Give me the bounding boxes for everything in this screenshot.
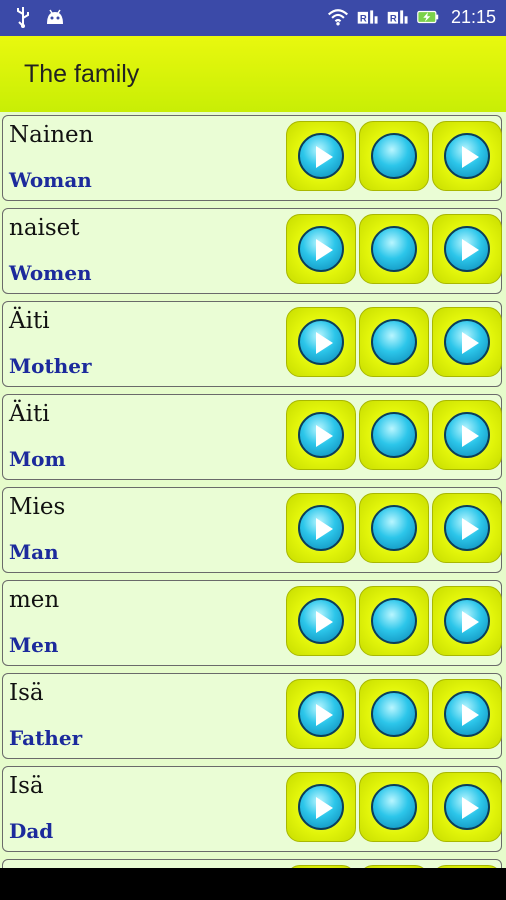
- play-word-button[interactable]: [286, 679, 356, 749]
- record-icon: [371, 784, 417, 830]
- play-recording-button[interactable]: [432, 586, 502, 656]
- english-translation: Men: [9, 633, 59, 657]
- roaming-signal-2-icon: R: [387, 6, 409, 28]
- play-icon: [444, 226, 490, 272]
- play-word-button[interactable]: [286, 121, 356, 191]
- play-word-button[interactable]: [286, 772, 356, 842]
- battery-charging-icon: [417, 6, 439, 28]
- play-recording-button[interactable]: [432, 121, 502, 191]
- play-icon: [298, 691, 344, 737]
- vocabulary-list[interactable]: Nainen Woman naiset Women Äiti Mother Äi…: [0, 112, 506, 868]
- play-icon: [298, 319, 344, 365]
- record-icon: [371, 319, 417, 365]
- record-button[interactable]: [359, 772, 429, 842]
- roaming-signal-icon: R: [357, 6, 379, 28]
- play-icon: [298, 133, 344, 179]
- record-icon: [371, 598, 417, 644]
- play-recording-button[interactable]: [432, 400, 502, 470]
- play-recording-button[interactable]: [432, 772, 502, 842]
- finnish-word: men: [9, 587, 60, 613]
- list-item: Äiti Mother: [2, 301, 502, 387]
- status-time: 21:15: [450, 6, 496, 27]
- record-button[interactable]: [359, 307, 429, 377]
- play-icon: [298, 784, 344, 830]
- record-icon: [371, 226, 417, 272]
- record-icon: [371, 505, 417, 551]
- usb-icon: [12, 6, 34, 28]
- status-bar: R R 21:15: [0, 0, 506, 36]
- record-button[interactable]: [359, 679, 429, 749]
- english-translation: Dad: [9, 819, 54, 843]
- play-icon: [298, 598, 344, 644]
- finnish-word: Äiti: [9, 308, 50, 334]
- play-icon: [444, 505, 490, 551]
- play-icon: [298, 226, 344, 272]
- play-icon: [444, 598, 490, 644]
- english-translation: Mother: [9, 354, 92, 378]
- play-icon: [298, 505, 344, 551]
- svg-text:R: R: [390, 13, 397, 24]
- play-icon: [444, 133, 490, 179]
- record-button[interactable]: [359, 586, 429, 656]
- finnish-word: Isä: [9, 680, 44, 706]
- record-icon: [371, 133, 417, 179]
- play-icon: [298, 412, 344, 458]
- android-icon: [44, 6, 66, 28]
- play-word-button[interactable]: [286, 586, 356, 656]
- list-item: men Men: [2, 580, 502, 666]
- list-item: Isä Father: [2, 673, 502, 759]
- finnish-word: naiset: [9, 215, 80, 241]
- play-word-button[interactable]: [286, 214, 356, 284]
- svg-text:R: R: [360, 13, 367, 24]
- list-item: Isä Dad: [2, 766, 502, 852]
- english-translation: Woman: [9, 168, 92, 192]
- play-word-button[interactable]: [286, 400, 356, 470]
- play-word-button[interactable]: [286, 307, 356, 377]
- play-icon: [444, 412, 490, 458]
- record-button[interactable]: [359, 121, 429, 191]
- record-button[interactable]: [359, 493, 429, 563]
- play-recording-button[interactable]: [432, 493, 502, 563]
- list-item: Äiti Mom: [2, 394, 502, 480]
- play-recording-button[interactable]: [432, 214, 502, 284]
- english-translation: Mom: [9, 447, 66, 471]
- list-item: Nainen Woman: [2, 115, 502, 201]
- play-recording-button[interactable]: [432, 307, 502, 377]
- wifi-icon: [327, 6, 349, 28]
- play-icon: [444, 691, 490, 737]
- finnish-word: Nainen: [9, 122, 94, 148]
- app-title-bar: The family: [0, 36, 506, 113]
- english-translation: Father: [9, 726, 83, 750]
- play-word-button[interactable]: [286, 493, 356, 563]
- page-title: The family: [24, 60, 140, 88]
- english-translation: Man: [9, 540, 59, 564]
- navigation-bar: [0, 868, 506, 900]
- record-button[interactable]: [359, 214, 429, 284]
- play-recording-button[interactable]: [432, 679, 502, 749]
- list-item: naiset Women: [2, 208, 502, 294]
- record-icon: [371, 691, 417, 737]
- play-icon: [444, 319, 490, 365]
- english-translation: Women: [9, 261, 92, 285]
- record-icon: [371, 412, 417, 458]
- finnish-word: Mies: [9, 494, 66, 520]
- list-item: [2, 859, 502, 868]
- list-item: Mies Man: [2, 487, 502, 573]
- finnish-word: Isä: [9, 773, 44, 799]
- record-button[interactable]: [359, 400, 429, 470]
- play-icon: [444, 784, 490, 830]
- finnish-word: Äiti: [9, 401, 50, 427]
